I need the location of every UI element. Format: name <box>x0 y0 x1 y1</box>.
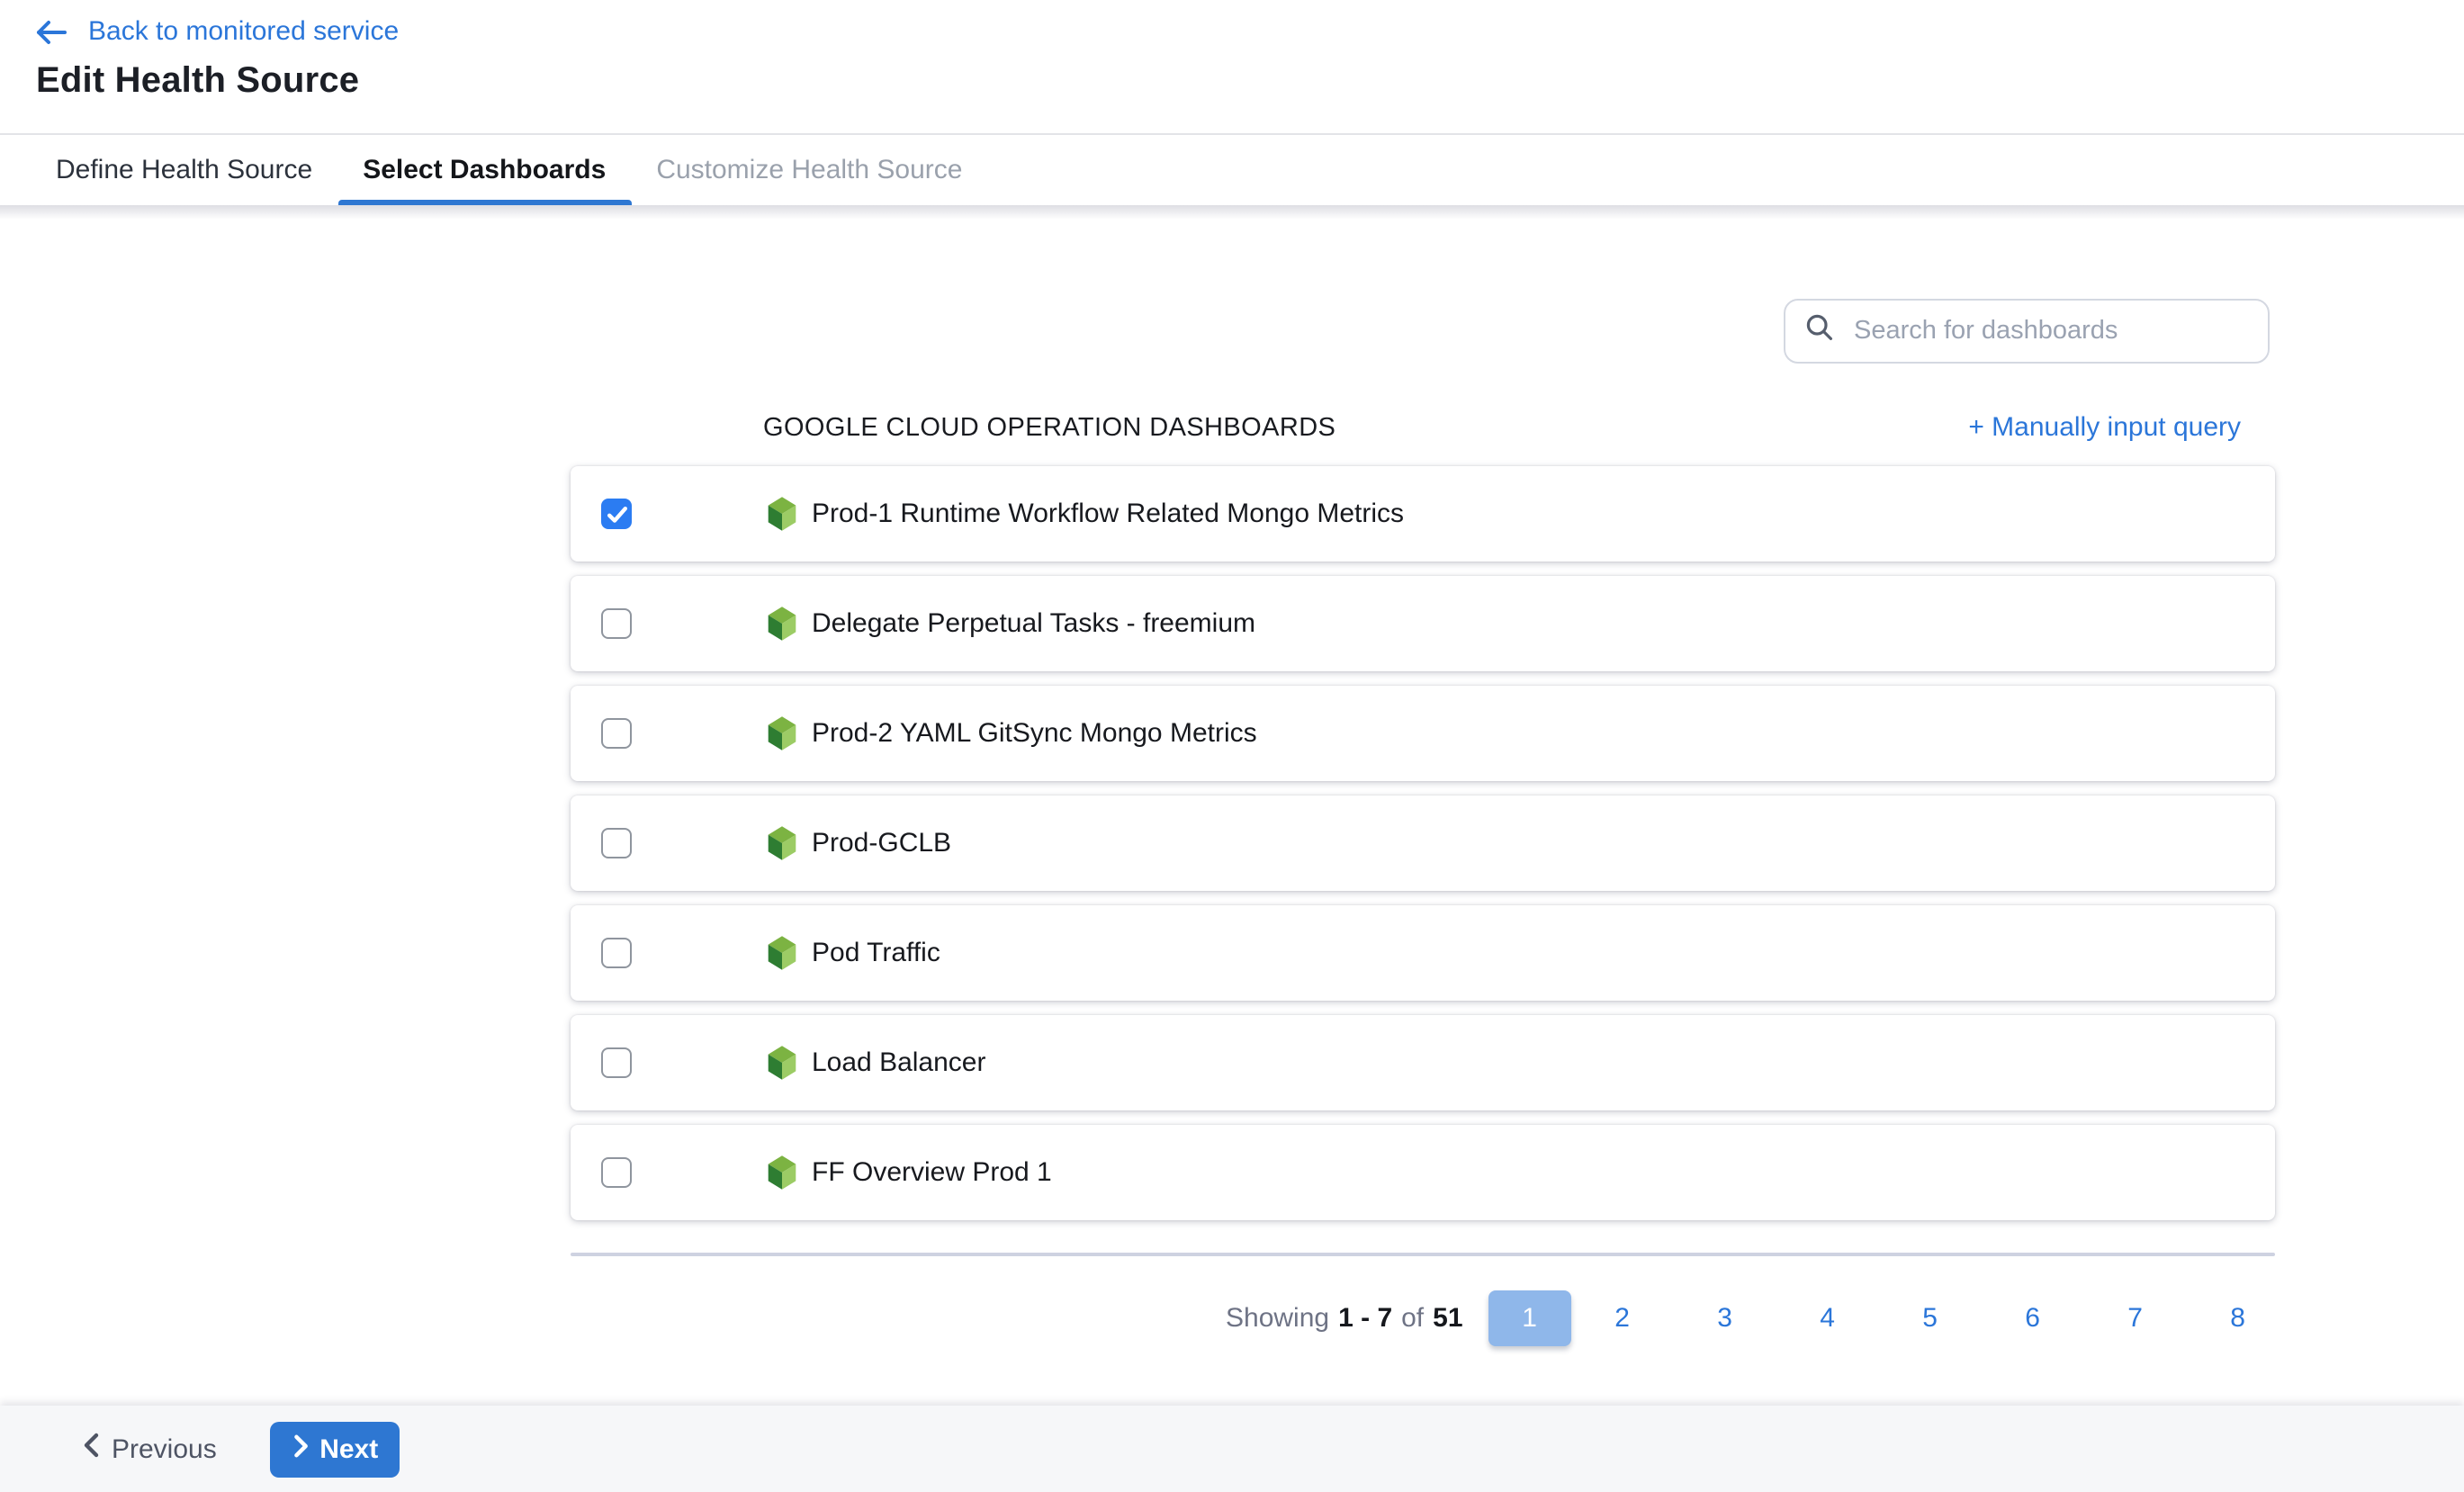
dashboard-row[interactable]: Prod-1 Runtime Workflow Related Mongo Me… <box>571 466 2275 562</box>
dashboard-row[interactable]: Pod Traffic <box>571 905 2275 1001</box>
dashboard-hexagon-icon <box>767 1046 797 1080</box>
page-title: Edit Health Source <box>36 61 359 103</box>
dashboard-search <box>1784 299 2270 364</box>
pagination-range: 1 - 7 <box>1338 1303 1392 1334</box>
tab-define-health-source[interactable]: Define Health Source <box>31 135 337 205</box>
previous-button-label: Previous <box>112 1434 217 1464</box>
dashboard-hexagon-icon <box>767 1155 797 1190</box>
wizard-tabbar: Define Health Source Select Dashboards C… <box>0 133 2464 205</box>
search-icon <box>1805 312 1834 350</box>
pagination-page[interactable]: 5 <box>1879 1303 1982 1334</box>
chevron-left-icon <box>83 1433 99 1465</box>
dashboard-row[interactable]: FF Overview Prod 1 <box>571 1125 2275 1220</box>
list-end-divider <box>571 1253 2275 1256</box>
manually-input-query-link[interactable]: + Manually input query <box>1968 412 2241 443</box>
previous-button[interactable]: Previous <box>83 1433 217 1465</box>
dashboard-hexagon-icon <box>767 936 797 970</box>
dashboard-checkbox[interactable] <box>601 828 632 858</box>
app-window: Back to monitored service Edit Health So… <box>0 0 2464 1492</box>
dashboard-checkbox[interactable] <box>601 1157 632 1188</box>
dashboard-name: Pod Traffic <box>812 938 940 968</box>
dashboard-list: Prod-1 Runtime Workflow Related Mongo Me… <box>571 466 2275 1235</box>
tabbar-shadow-divider <box>0 205 2464 220</box>
next-button[interactable]: Next <box>271 1421 400 1477</box>
pagination-page[interactable]: 2 <box>1571 1303 1674 1334</box>
tab-customize-health-source[interactable]: Customize Health Source <box>631 135 987 205</box>
pagination-total: 51 <box>1433 1303 1462 1334</box>
pagination-page[interactable]: 6 <box>1982 1303 2084 1334</box>
tab-select-dashboards[interactable]: Select Dashboards <box>337 135 631 205</box>
dashboard-name: Delegate Perpetual Tasks - freemium <box>812 608 1255 639</box>
dashboard-row[interactable]: Prod-GCLB <box>571 795 2275 891</box>
dashboard-checkbox[interactable] <box>601 499 632 529</box>
search-input[interactable] <box>1850 315 2248 347</box>
dashboard-checkbox[interactable] <box>601 1047 632 1078</box>
dashboard-row[interactable]: Prod-2 YAML GitSync Mongo Metrics <box>571 686 2275 781</box>
dashboard-hexagon-icon <box>767 716 797 750</box>
back-link[interactable]: Back to monitored service <box>36 16 399 47</box>
back-link-label: Back to monitored service <box>88 16 399 47</box>
dashboard-hexagon-icon <box>767 826 797 860</box>
dashboard-checkbox[interactable] <box>601 718 632 749</box>
pagination-pages: 12345678 <box>1488 1290 2289 1346</box>
dashboard-hexagon-icon <box>767 607 797 641</box>
wizard-footer: Previous Next <box>0 1406 2464 1492</box>
pagination-page[interactable]: 4 <box>1776 1303 1879 1334</box>
dashboard-checkbox[interactable] <box>601 938 632 968</box>
pagination: Showing 1 - 7 of 51 12345678 <box>1226 1290 2289 1346</box>
pagination-status: Showing 1 - 7 of 51 <box>1226 1303 1463 1334</box>
dashboard-name: Prod-1 Runtime Workflow Related Mongo Me… <box>812 499 1404 529</box>
arrow-left-icon <box>36 19 67 44</box>
dashboard-name: Prod-2 YAML GitSync Mongo Metrics <box>812 718 1257 749</box>
dashboard-name: Load Balancer <box>812 1047 986 1078</box>
dashboard-name: Prod-GCLB <box>812 828 951 858</box>
dashboard-hexagon-icon <box>767 497 797 531</box>
checkmark-icon <box>606 505 627 523</box>
pagination-page[interactable]: 7 <box>2084 1303 2187 1334</box>
dashboards-section-title: GOOGLE CLOUD OPERATION DASHBOARDS <box>763 414 1335 443</box>
chevron-right-icon <box>292 1434 309 1464</box>
edit-health-source-page: Back to monitored service Edit Health So… <box>0 0 2464 1492</box>
pagination-page[interactable]: 3 <box>1674 1303 1776 1334</box>
dashboard-name: FF Overview Prod 1 <box>812 1157 1052 1188</box>
dashboard-checkbox[interactable] <box>601 608 632 639</box>
next-button-label: Next <box>319 1434 378 1464</box>
pagination-page-active[interactable]: 1 <box>1488 1290 1571 1346</box>
dashboard-row[interactable]: Delegate Perpetual Tasks - freemium <box>571 576 2275 671</box>
pagination-page[interactable]: 8 <box>2187 1303 2289 1334</box>
dashboard-row[interactable]: Load Balancer <box>571 1015 2275 1110</box>
